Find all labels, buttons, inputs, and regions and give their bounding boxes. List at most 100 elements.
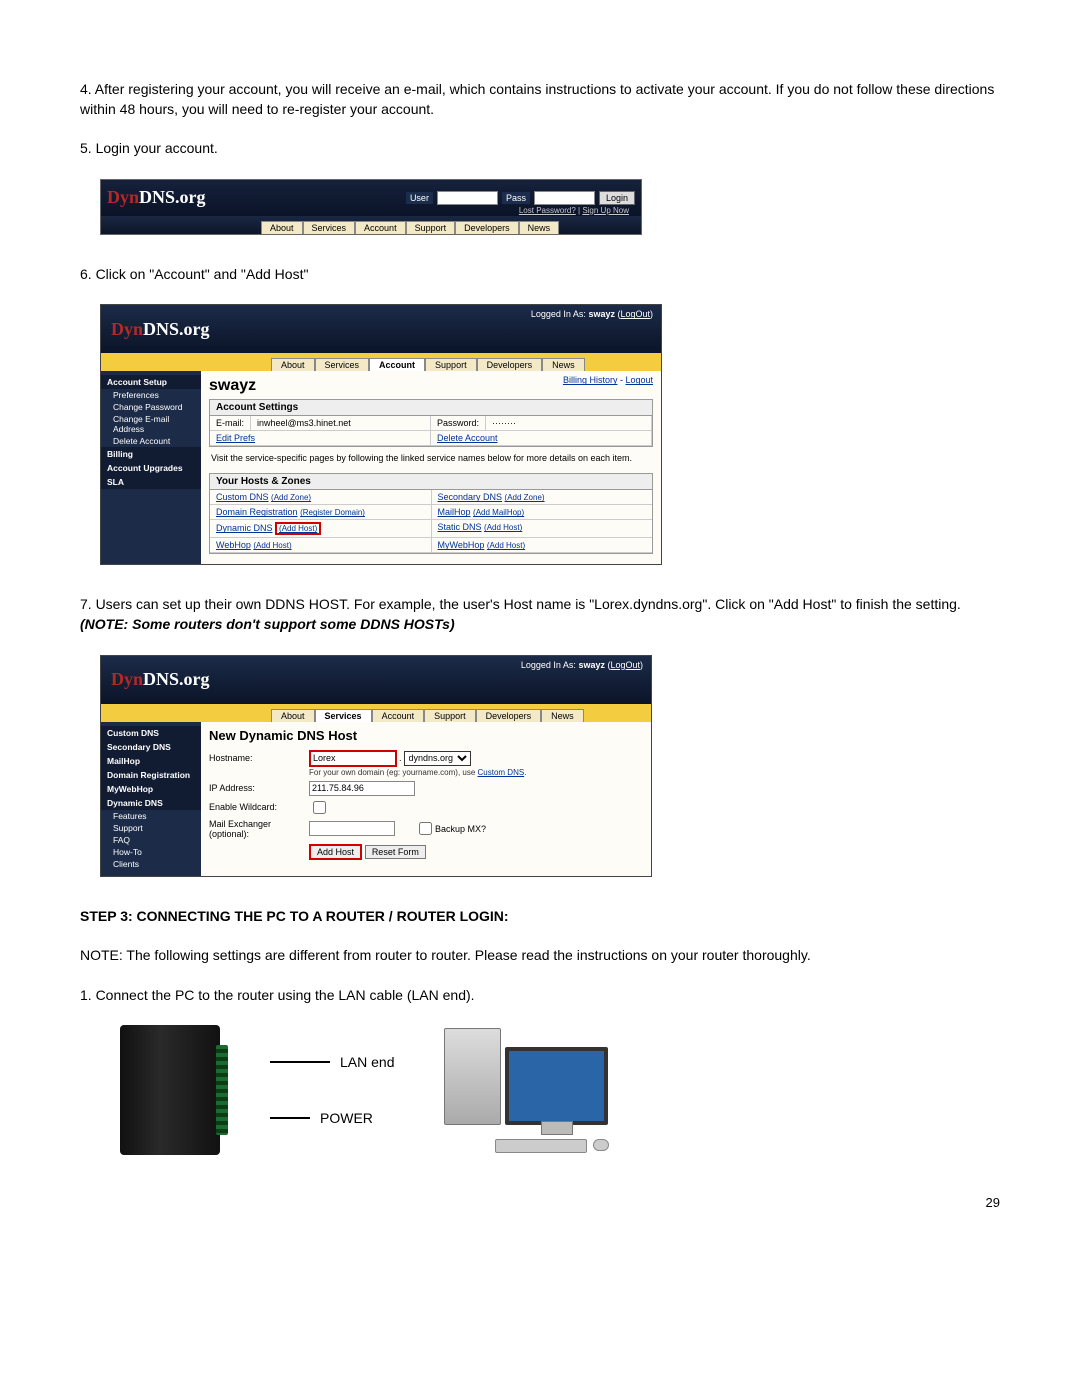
login-button[interactable]: Login bbox=[599, 191, 635, 205]
sidebar-sla[interactable]: SLA bbox=[101, 475, 201, 489]
tab-developers[interactable]: Developers bbox=[477, 358, 543, 371]
sidebar-mailhop[interactable]: MailHop bbox=[101, 754, 201, 768]
tab-about[interactable]: About bbox=[271, 709, 315, 722]
sidebar-custom-dns[interactable]: Custom DNS bbox=[101, 726, 201, 740]
pc-tower-icon bbox=[444, 1028, 501, 1125]
tab-news[interactable]: News bbox=[519, 221, 560, 234]
tab-news[interactable]: News bbox=[541, 709, 584, 722]
reset-form-button[interactable]: Reset Form bbox=[365, 845, 426, 859]
sidebar-item-change-password[interactable]: Change Password bbox=[101, 401, 201, 413]
register-domain-link[interactable]: (Register Domain) bbox=[300, 508, 365, 517]
wildcard-label: Enable Wildcard: bbox=[209, 802, 309, 812]
step-7-text: 7. Users can set up their own DDNS HOST.… bbox=[80, 595, 1000, 634]
sidebar-account-upgrades[interactable]: Account Upgrades bbox=[101, 461, 201, 475]
sidebar-item-preferences[interactable]: Preferences bbox=[101, 389, 201, 401]
add-mailhop-link[interactable]: (Add MailHop) bbox=[473, 508, 524, 517]
add-host-link[interactable]: (Add Host) bbox=[253, 541, 291, 550]
tab-account[interactable]: Account bbox=[372, 709, 425, 722]
sidebar-dynamic-dns[interactable]: Dynamic DNS bbox=[101, 796, 201, 810]
webhop-link[interactable]: WebHop bbox=[216, 540, 251, 550]
add-host-link-highlighted[interactable]: (Add Host) bbox=[275, 522, 321, 535]
tab-services[interactable]: Services bbox=[315, 709, 372, 722]
power-label: POWER bbox=[320, 1110, 373, 1126]
tab-support[interactable]: Support bbox=[424, 709, 476, 722]
sidebar-billing[interactable]: Billing bbox=[101, 447, 201, 461]
tab-about[interactable]: About bbox=[271, 358, 315, 371]
tab-news[interactable]: News bbox=[542, 358, 585, 371]
sidebar-domain-registration[interactable]: Domain Registration bbox=[101, 768, 201, 782]
secondary-dns-link[interactable]: Secondary DNS bbox=[438, 492, 503, 502]
router-pc-diagram: LAN end POWER bbox=[120, 1025, 1000, 1155]
sidebar-item-delete-account[interactable]: Delete Account bbox=[101, 435, 201, 447]
edit-prefs-link[interactable]: Edit Prefs bbox=[216, 433, 255, 443]
pc-icon bbox=[444, 1028, 608, 1153]
hostname-input[interactable] bbox=[309, 750, 397, 767]
tab-services[interactable]: Services bbox=[315, 358, 370, 371]
lan-end-label: LAN end bbox=[340, 1054, 394, 1070]
screenshot-new-host: DynDNS.org Logged In As: swayz (LogOut) … bbox=[100, 655, 652, 877]
sidebar-account-setup[interactable]: Account Setup bbox=[101, 375, 201, 389]
tab-account[interactable]: Account bbox=[355, 221, 406, 234]
keyboard-icon bbox=[495, 1139, 587, 1153]
custom-dns-link[interactable]: Custom DNS bbox=[478, 768, 525, 777]
sidebar-item-change-email[interactable]: Change E-mail Address bbox=[101, 413, 201, 435]
static-dns-link[interactable]: Static DNS bbox=[438, 522, 482, 532]
mywebhop-link[interactable]: MyWebHop bbox=[438, 540, 485, 550]
logout-link[interactable]: LogOut bbox=[610, 660, 640, 670]
screenshot-account: DynDNS.org Logged In As: swayz (LogOut) … bbox=[100, 304, 662, 565]
sidebar-mywebhop[interactable]: MyWebHop bbox=[101, 782, 201, 796]
dynamic-dns-link[interactable]: Dynamic DNS bbox=[216, 523, 273, 533]
domain-select[interactable]: dyndns.org bbox=[404, 751, 471, 766]
sidebar-item-clients[interactable]: Clients bbox=[101, 858, 201, 870]
tab-support[interactable]: Support bbox=[425, 358, 477, 371]
add-host-link[interactable]: (Add Host) bbox=[484, 523, 522, 532]
step-3-heading: STEP 3: CONNECTING THE PC TO A ROUTER / … bbox=[80, 907, 1000, 927]
lost-password-link[interactable]: Lost Password? bbox=[519, 206, 576, 215]
pass-input[interactable] bbox=[534, 191, 595, 205]
user-input[interactable] bbox=[437, 191, 498, 205]
mailhop-link[interactable]: MailHop bbox=[438, 507, 471, 517]
sidebar-secondary-dns[interactable]: Secondary DNS bbox=[101, 740, 201, 754]
logout-link[interactable]: Logout bbox=[625, 375, 653, 385]
step-4-text: 4. After registering your account, you w… bbox=[80, 80, 1000, 119]
mouse-icon bbox=[593, 1139, 609, 1151]
password-label: Password: bbox=[431, 416, 486, 430]
mx-label: Mail Exchanger (optional): bbox=[209, 819, 309, 839]
delete-account-link[interactable]: Delete Account bbox=[437, 433, 498, 443]
user-label: User bbox=[406, 192, 433, 204]
dyndns-logo: DynDNS.org bbox=[107, 187, 206, 208]
sidebar-item-howto[interactable]: How-To bbox=[101, 846, 201, 858]
tab-developers[interactable]: Developers bbox=[476, 709, 542, 722]
signup-link[interactable]: Sign Up Now bbox=[582, 206, 629, 215]
add-host-link[interactable]: (Add Host) bbox=[487, 541, 525, 550]
add-zone-link[interactable]: (Add Zone) bbox=[505, 493, 545, 502]
add-zone-link[interactable]: (Add Zone) bbox=[271, 493, 311, 502]
account-sidebar: Account Setup Preferences Change Passwor… bbox=[101, 371, 201, 564]
tab-support[interactable]: Support bbox=[406, 221, 456, 234]
logout-link[interactable]: LogOut bbox=[620, 309, 650, 319]
step-6-text: 6. Click on "Account" and "Add Host" bbox=[80, 265, 1000, 285]
ip-input[interactable] bbox=[309, 781, 415, 796]
ip-label: IP Address: bbox=[209, 783, 309, 793]
lan-line-icon bbox=[270, 1061, 330, 1063]
wildcard-checkbox[interactable] bbox=[313, 801, 326, 814]
hosts-zones-box: Your Hosts & Zones Custom DNS (Add Zone)… bbox=[209, 473, 653, 554]
sidebar-item-support[interactable]: Support bbox=[101, 822, 201, 834]
domain-registration-link[interactable]: Domain Registration bbox=[216, 507, 298, 517]
tab-account[interactable]: Account bbox=[369, 358, 425, 371]
mx-input[interactable] bbox=[309, 821, 395, 836]
tab-developers[interactable]: Developers bbox=[455, 221, 519, 234]
password-value: ········ bbox=[486, 416, 652, 430]
step-5-text: 5. Login your account. bbox=[80, 139, 1000, 159]
tab-about[interactable]: About bbox=[261, 221, 303, 234]
sidebar-item-features[interactable]: Features bbox=[101, 810, 201, 822]
tab-services[interactable]: Services bbox=[303, 221, 356, 234]
custom-dns-link[interactable]: Custom DNS bbox=[216, 492, 269, 502]
billing-history-link[interactable]: Billing History bbox=[563, 375, 618, 385]
add-host-button[interactable]: Add Host bbox=[309, 844, 362, 860]
backup-mx-checkbox[interactable] bbox=[419, 822, 432, 835]
sidebar-item-faq[interactable]: FAQ bbox=[101, 834, 201, 846]
backup-mx-label: Backup MX? bbox=[435, 824, 486, 834]
visit-note: Visit the service-specific pages by foll… bbox=[209, 447, 653, 469]
account-settings-box: Account Settings E-mail: inwheel@ms3.hin… bbox=[209, 399, 653, 447]
